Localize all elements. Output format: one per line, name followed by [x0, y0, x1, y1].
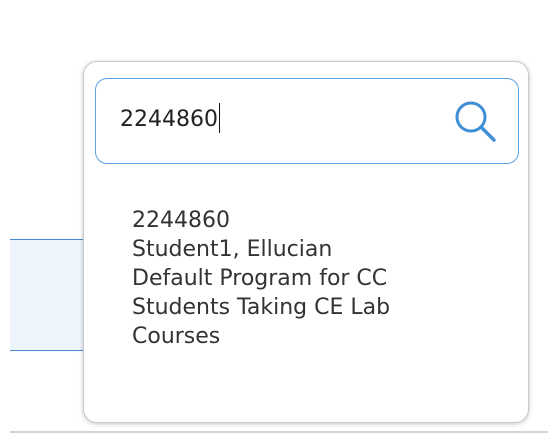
- result-name: Student1, Ellucian: [132, 237, 333, 262]
- divider: [10, 431, 548, 433]
- page: 2244860 2244860 Student1, Ellucian Defau…: [0, 0, 548, 436]
- text-caret: [218, 103, 221, 133]
- search-result-item[interactable]: 2244860 Student1, Ellucian Default Progr…: [132, 206, 492, 351]
- search-input[interactable]: 2244860: [120, 97, 221, 143]
- search-input-value: 2244860: [120, 107, 218, 132]
- result-program-line-3: Courses: [132, 324, 221, 349]
- result-id: 2244860: [132, 208, 230, 233]
- result-program-line-2: Students Taking CE Lab: [132, 295, 391, 320]
- search-popup: 2244860 2244860 Student1, Ellucian Defau…: [83, 61, 529, 423]
- search-field[interactable]: 2244860: [95, 78, 519, 164]
- result-program-line-1: Default Program for CC: [132, 266, 388, 291]
- search-icon[interactable]: [452, 98, 498, 144]
